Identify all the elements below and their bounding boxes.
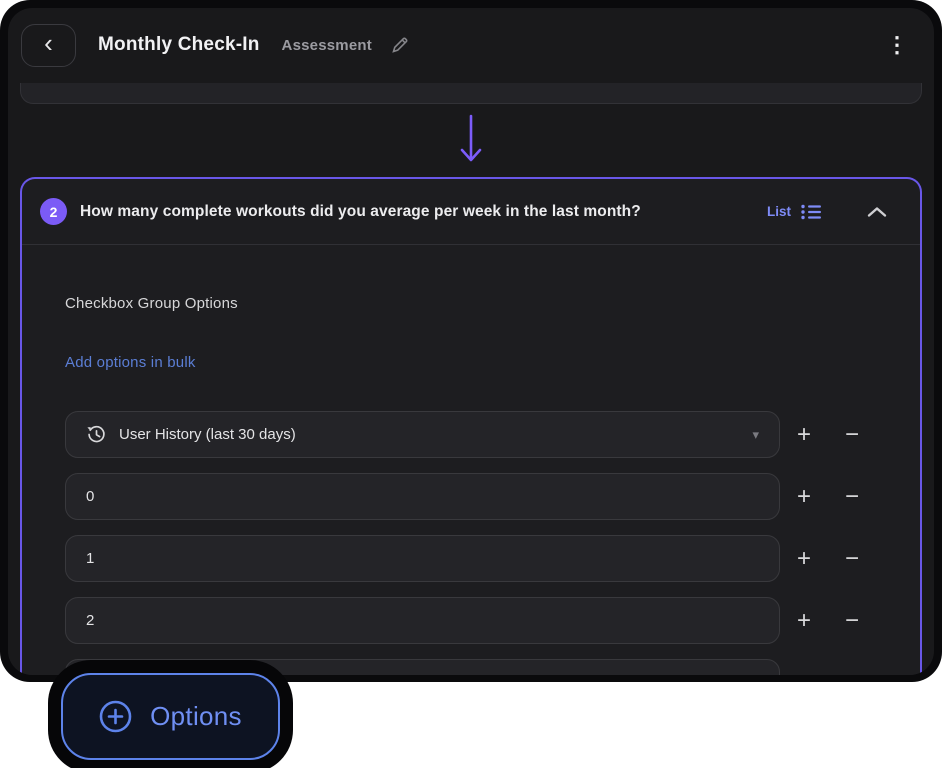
page: ‹ Monthly Check-In Assessment ⋮ 2 How ma…: [0, 0, 942, 768]
question-card-header: 2 How many complete workouts did you ave…: [22, 179, 920, 245]
option-value-input[interactable]: 0: [65, 473, 780, 520]
options-section-title: Checkbox Group Options: [65, 295, 238, 312]
option-value: 0: [86, 488, 95, 505]
option-row: User History (last 30 days) ▾ + −: [65, 411, 900, 458]
user-history-dropdown[interactable]: User History (last 30 days) ▾: [65, 411, 780, 458]
remove-option-button[interactable]: −: [828, 484, 876, 509]
down-arrow-icon: [458, 114, 484, 169]
collapse-chevron-up-icon[interactable]: [866, 205, 888, 219]
back-button[interactable]: ‹: [21, 23, 76, 67]
back-chevron-icon: ‹: [44, 28, 53, 58]
add-option-button[interactable]: +: [780, 484, 828, 509]
app-surface: ‹ Monthly Check-In Assessment ⋮ 2 How ma…: [8, 8, 934, 675]
kebab-menu-icon[interactable]: ⋮: [886, 34, 908, 56]
option-row: 1 + −: [65, 535, 900, 582]
caret-down-icon: ▾: [752, 426, 759, 442]
options-button[interactable]: Options: [61, 673, 280, 760]
remove-option-button[interactable]: −: [828, 546, 876, 571]
top-bar: ‹ Monthly Check-In Assessment ⋮: [8, 8, 934, 72]
plus-circle-icon: [99, 700, 132, 733]
add-option-button[interactable]: +: [780, 422, 828, 447]
add-options-in-bulk-link[interactable]: Add options in bulk: [65, 354, 196, 371]
question-type-label: List: [766, 204, 791, 219]
list-type-icon[interactable]: [800, 203, 822, 221]
previous-question-card-sliver: [20, 83, 922, 104]
history-clock-icon: [86, 424, 107, 445]
add-option-button[interactable]: +: [780, 608, 828, 633]
options-button-label: Options: [150, 701, 242, 731]
question-card-body: Checkbox Group Options Add options in bu…: [22, 245, 920, 675]
option-row: 2 + −: [65, 597, 900, 644]
question-text: How many complete workouts did you avera…: [80, 202, 641, 220]
option-value: 2: [86, 612, 95, 629]
option-value-input[interactable]: 2: [65, 597, 780, 644]
add-option-button[interactable]: +: [780, 546, 828, 571]
app-frame: ‹ Monthly Check-In Assessment ⋮ 2 How ma…: [0, 0, 942, 682]
remove-option-button[interactable]: −: [828, 608, 876, 633]
edit-pencil-icon[interactable]: [390, 35, 410, 55]
dropdown-selected-value: User History (last 30 days): [119, 426, 296, 443]
remove-option-button[interactable]: −: [828, 422, 876, 447]
option-row: 0 + −: [65, 473, 900, 520]
option-value: 1: [86, 550, 95, 567]
option-value-input[interactable]: 1: [65, 535, 780, 582]
question-number-badge: 2: [40, 198, 67, 225]
page-title: Monthly Check-In: [98, 34, 260, 55]
page-subtitle: Assessment: [281, 36, 372, 54]
question-card: 2 How many complete workouts did you ave…: [20, 177, 922, 675]
